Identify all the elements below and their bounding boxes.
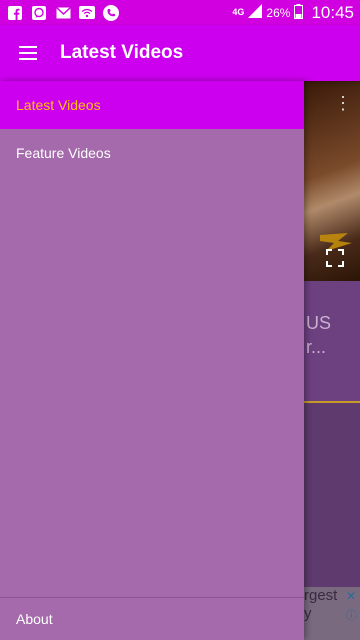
signal-icon: [248, 4, 263, 21]
system-status: 4G 26% 10:45: [232, 3, 360, 23]
facebook-icon: [6, 4, 24, 22]
phone-icon: [102, 4, 120, 22]
drawer-item-label: About: [16, 611, 53, 627]
video-card-title: US r...: [306, 313, 332, 357]
drawer-item-label: Feature Videos: [16, 145, 111, 161]
card-divider: [304, 401, 360, 403]
page-title: Latest Videos: [60, 42, 184, 63]
drawer-item-latest-videos[interactable]: Latest Videos: [0, 81, 304, 129]
drawer-item-label: Latest Videos: [16, 97, 101, 113]
more-options-icon: ⋮: [334, 93, 352, 113]
status-bar: 4G 26% 10:45: [0, 0, 360, 25]
drawer-item-about[interactable]: About: [0, 598, 304, 640]
hamburger-menu-icon[interactable]: [0, 25, 56, 81]
navigation-drawer: Latest Videos Feature Videos About: [0, 81, 304, 640]
battery-icon: [294, 3, 304, 22]
messenger-icon: [30, 4, 48, 22]
notification-icons: [0, 4, 120, 22]
app-bar: Latest Videos: [0, 25, 360, 81]
network-type: 4G: [232, 7, 245, 17]
drawer-item-feature-videos[interactable]: Feature Videos: [0, 129, 304, 177]
clock: 10:45: [311, 2, 354, 22]
ad-info-icon: ⓘ: [346, 610, 357, 622]
ad-close-icon: ✕: [346, 589, 357, 603]
fullscreen-icon: [326, 249, 344, 267]
wifi-icon: [78, 4, 96, 22]
mail-icon: [54, 4, 72, 22]
drawer-footer: About: [0, 597, 304, 640]
battery-percent: 26%: [266, 5, 291, 20]
